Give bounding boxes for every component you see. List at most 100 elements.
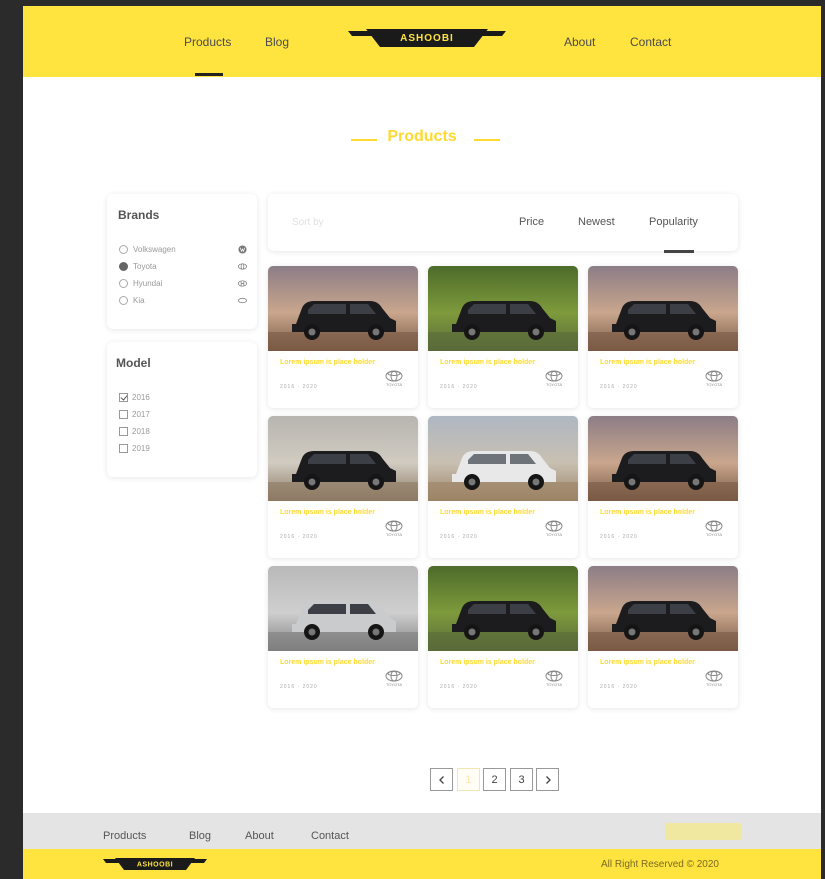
nav-active-indicator — [195, 73, 223, 76]
product-image[interactable] — [428, 566, 578, 651]
sort-option-popularity[interactable]: Popularity — [649, 216, 698, 228]
product-years: 2016 · 2020 — [440, 534, 478, 540]
model-label: 2017 — [132, 409, 150, 419]
toyota-logo-icon — [238, 262, 247, 270]
pagination-next-button[interactable] — [536, 768, 559, 791]
brand-label: Hyundai — [133, 278, 163, 288]
footer-link-about[interactable]: About — [245, 830, 274, 842]
footer-link-contact[interactable]: Contact — [311, 830, 349, 842]
nav-about[interactable]: About — [564, 35, 595, 49]
checkbox[interactable] — [119, 409, 128, 419]
footer-link-blog[interactable]: Blog — [189, 830, 211, 842]
checkbox[interactable] — [119, 426, 128, 436]
sort-option-newest[interactable]: Newest — [578, 216, 615, 228]
radio-button[interactable] — [119, 295, 128, 305]
product-name[interactable]: Lorem ipsum is place holder — [440, 658, 535, 668]
model-label: 2019 — [132, 443, 150, 453]
product-name[interactable]: Lorem ipsum is place holder — [440, 508, 535, 518]
product-years: 2016 · 2020 — [600, 534, 638, 540]
brand-option-toyota[interactable]: Toyota — [119, 259, 247, 273]
product-brand-name: TOYOTA — [705, 382, 723, 387]
product-name[interactable]: Lorem ipsum is place holder — [280, 508, 375, 518]
model-title: Model — [116, 356, 151, 370]
product-card[interactable]: Lorem ipsum is place holder 2016 · 2020 TO… — [268, 416, 418, 558]
product-brand-name: TOYOTA — [385, 382, 403, 387]
toyota-logo-icon — [705, 670, 723, 682]
footer-logo-text: ASHOOBI — [137, 862, 173, 869]
product-image[interactable] — [588, 266, 738, 351]
product-image[interactable] — [428, 266, 578, 351]
toyota-logo-icon — [545, 670, 563, 682]
product-years: 2016 · 2020 — [280, 534, 318, 540]
hyundai-logo-icon — [238, 279, 247, 287]
product-card[interactable]: Lorem ipsum is place holder 2016 · 2020 TO… — [588, 566, 738, 708]
product-image[interactable] — [588, 566, 738, 651]
ashoobi-logo[interactable]: ASHOOBI — [348, 26, 506, 50]
sort-search-input[interactable] — [292, 212, 472, 232]
product-image[interactable] — [428, 416, 578, 501]
nav-products[interactable]: Products — [184, 35, 231, 49]
product-brand-name: TOYOTA — [385, 532, 403, 537]
checkbox[interactable] — [119, 443, 128, 453]
product-years: 2016 · 2020 — [600, 684, 638, 690]
product-card[interactable]: Lorem ipsum is place holder 2016 · 2020 TO… — [428, 266, 578, 408]
product-card[interactable]: Lorem ipsum is place holder 2016 · 2020 TO… — [428, 416, 578, 558]
radio-button-selected[interactable] — [119, 261, 128, 271]
brands-title: Brands — [118, 208, 160, 222]
product-name[interactable]: Lorem ipsum is place holder — [600, 658, 695, 668]
page: Products Blog ASHOOBI About Contact Prod… — [23, 6, 821, 879]
pagination-page-2[interactable]: 2 — [483, 768, 506, 791]
product-image[interactable] — [268, 566, 418, 651]
product-name[interactable]: Lorem ipsum is place holder — [280, 358, 375, 368]
product-image[interactable] — [268, 266, 418, 351]
toyota-logo-icon — [385, 670, 403, 682]
radio-button[interactable] — [119, 278, 128, 288]
pagination-prev-button[interactable] — [430, 768, 453, 791]
model-option-2019[interactable]: 2019 — [119, 441, 150, 455]
product-brand-name: TOYOTA — [545, 532, 563, 537]
product-brand-name: TOYOTA — [705, 532, 723, 537]
site-header: Products Blog ASHOOBI About Contact — [23, 6, 821, 77]
footer-nav: Products Blog About Contact — [23, 813, 821, 849]
product-name[interactable]: Lorem ipsum is place holder — [600, 358, 695, 368]
product-card[interactable]: Lorem ipsum is place holder 2016 · 2020 TO… — [268, 566, 418, 708]
radio-button[interactable] — [119, 244, 128, 254]
toyota-logo-icon — [385, 520, 403, 532]
product-brand-name: TOYOTA — [705, 682, 723, 687]
brand-option-hyundai[interactable]: Hyundai — [119, 276, 247, 290]
product-image[interactable] — [268, 416, 418, 501]
product-card[interactable]: Lorem ipsum is place holder 2016 · 2020 TO… — [588, 266, 738, 408]
product-name[interactable]: Lorem ipsum is place holder — [280, 658, 375, 668]
product-card[interactable]: Lorem ipsum is place holder 2016 · 2020 TO… — [588, 416, 738, 558]
brand-option-volkswagen[interactable]: Volkswagen — [119, 242, 247, 256]
pagination-page-1[interactable]: 1 — [457, 768, 480, 791]
footer-ashoobi-logo[interactable]: ASHOOBI — [103, 856, 207, 872]
nav-blog[interactable]: Blog — [265, 35, 289, 49]
product-years: 2016 · 2020 — [600, 384, 638, 390]
product-name[interactable]: Lorem ipsum is place holder — [440, 358, 535, 368]
brand-option-kia[interactable]: Kia — [119, 293, 247, 307]
logo-text: ASHOOBI — [400, 33, 454, 44]
toyota-logo-icon — [385, 370, 403, 382]
social-icons[interactable] — [665, 823, 741, 840]
kia-logo-icon — [238, 297, 247, 303]
model-option-2016[interactable]: 2016 — [119, 390, 150, 404]
copyright-text: All Right Reserved © 2020 — [601, 859, 719, 870]
vw-logo-icon — [238, 244, 247, 254]
product-card[interactable]: Lorem ipsum is place holder 2016 · 2020 TO… — [428, 566, 578, 708]
sort-bar: Price Newest Popularity — [268, 194, 738, 253]
window-frame: Products Blog ASHOOBI About Contact Prod… — [0, 0, 825, 879]
product-brand-name: TOYOTA — [385, 682, 403, 687]
model-option-2018[interactable]: 2018 — [119, 424, 150, 438]
model-option-2017[interactable]: 2017 — [119, 407, 150, 421]
nav-contact[interactable]: Contact — [630, 35, 671, 49]
pagination-page-3[interactable]: 3 — [510, 768, 533, 791]
sort-option-price[interactable]: Price — [519, 216, 544, 228]
product-card[interactable]: Lorem ipsum is place holder 2016 · 2020 TO… — [268, 266, 418, 408]
checkbox-checked[interactable] — [119, 392, 128, 402]
brand-label: Toyota — [133, 261, 157, 271]
product-name[interactable]: Lorem ipsum is place holder — [600, 508, 695, 518]
footer-link-products[interactable]: Products — [103, 830, 146, 842]
title-line-right — [474, 139, 500, 141]
product-image[interactable] — [588, 416, 738, 501]
